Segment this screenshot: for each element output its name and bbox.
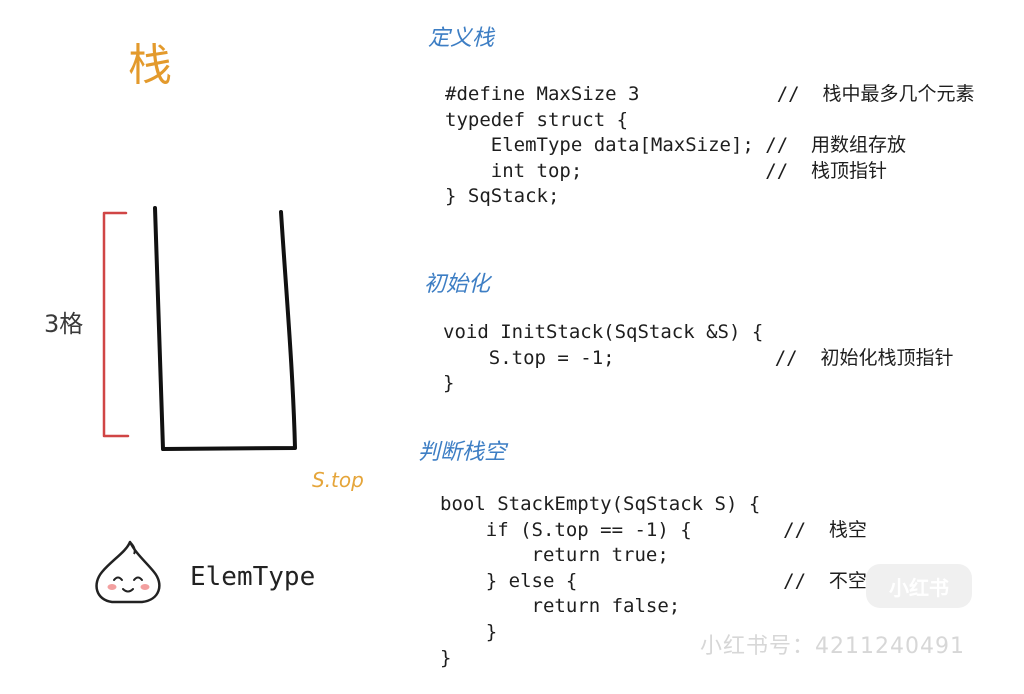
section-heading-init: 初始化 <box>424 272 491 297</box>
code-line: if (S.top == -1) { // 栈空 <box>440 518 867 541</box>
code-line: typedef struct { <box>445 108 629 131</box>
code-line: return true; <box>440 544 669 567</box>
watermark-account-id: 小红书号：4211240491 <box>700 634 965 659</box>
code-line: #define MaxSize 3 // 栈中最多几个元素 <box>445 83 975 105</box>
code-line: return false; <box>440 595 681 618</box>
code-line: bool StackEmpty(SqStack S) { <box>440 493 761 515</box>
code-block-init: void InitStack(SqStack &S) { S.top = -1;… <box>443 320 954 397</box>
bracket-icon <box>102 211 130 438</box>
dumpling-face-icon <box>95 540 161 604</box>
section-heading-stack-empty: 判断栈空 <box>418 440 507 465</box>
watermark-badge: 小红书 <box>866 564 972 608</box>
code-line: } SqStack; <box>445 185 560 208</box>
stack-container-icon <box>153 206 297 451</box>
code-block-define-stack: #define MaxSize 3 // 栈中最多几个元素 typedef str… <box>445 82 975 210</box>
code-line: } else { // 不空 <box>440 569 867 592</box>
code-line: ElemType data[MaxSize]; // 用数组存放 <box>445 134 907 157</box>
element-type-label: ElemType <box>190 562 316 592</box>
code-line: } <box>443 372 455 395</box>
capacity-label: 3格 <box>44 310 84 338</box>
code-line: void InitStack(SqStack &S) { <box>443 321 764 343</box>
diagram-title: 栈 <box>128 40 172 91</box>
code-line: int top; // 栈顶指针 <box>445 159 888 182</box>
section-heading-define-stack: 定义栈 <box>428 26 495 51</box>
stack-top-pointer-label: S.top <box>312 468 364 492</box>
code-line: S.top = -1; // 初始化栈顶指针 <box>443 346 954 369</box>
